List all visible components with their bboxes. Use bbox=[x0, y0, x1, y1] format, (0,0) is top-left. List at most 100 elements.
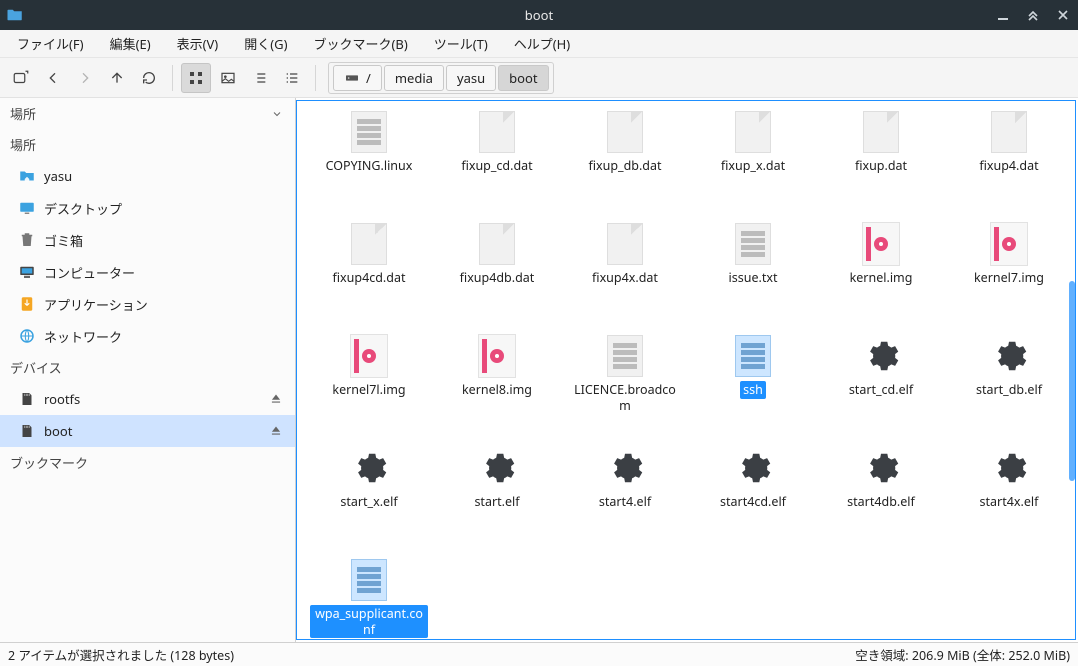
menu-tools[interactable]: ツール(T) bbox=[421, 30, 501, 57]
network-icon bbox=[18, 327, 36, 345]
sidebar-item-computer[interactable]: コンピューター bbox=[0, 256, 295, 288]
breadcrumb-media[interactable]: media bbox=[384, 65, 444, 91]
file-item[interactable]: fixup4cd.dat bbox=[305, 221, 433, 287]
computer-icon bbox=[18, 263, 36, 281]
text-file-icon bbox=[351, 111, 387, 153]
file-grid: COPYING.linuxfixup_cd.datfixup_db.datfix… bbox=[305, 109, 1067, 640]
disk-image-icon bbox=[862, 222, 900, 266]
new-tab-button[interactable] bbox=[6, 63, 36, 93]
sidebar-heading-places: 場所 bbox=[0, 129, 295, 160]
breadcrumb-root[interactable]: / bbox=[333, 65, 382, 91]
breadcrumb-boot[interactable]: boot bbox=[498, 65, 548, 91]
file-item[interactable]: fixup_cd.dat bbox=[433, 109, 561, 175]
file-item[interactable]: wpa_supplicant.conf bbox=[305, 557, 433, 638]
eject-icon[interactable] bbox=[269, 423, 285, 439]
sidebar-heading-places-top[interactable]: 場所 bbox=[0, 98, 295, 129]
sidebar-item-network-label: ネットワーク bbox=[44, 327, 122, 346]
generic-file-icon bbox=[479, 111, 515, 153]
detail-view-button[interactable] bbox=[277, 63, 307, 93]
file-item[interactable]: ssh bbox=[689, 333, 817, 399]
file-label: kernel8.img bbox=[459, 381, 535, 399]
file-item[interactable]: start.elf bbox=[433, 445, 561, 511]
close-button[interactable] bbox=[1054, 6, 1072, 24]
file-item[interactable]: start_cd.elf bbox=[817, 333, 945, 399]
sidebar-item-applications[interactable]: アプリケーション bbox=[0, 288, 295, 320]
file-item[interactable]: start4.elf bbox=[561, 445, 689, 511]
generic-file-icon bbox=[863, 111, 899, 153]
toolbar: / media yasu boot bbox=[0, 58, 1078, 98]
file-label: start4x.elf bbox=[977, 493, 1042, 511]
file-view[interactable]: COPYING.linuxfixup_cd.datfixup_db.datfix… bbox=[296, 100, 1076, 640]
menu-go[interactable]: 開く(G) bbox=[231, 30, 300, 57]
disk-image-icon bbox=[350, 334, 388, 378]
file-item[interactable]: COPYING.linux bbox=[305, 109, 433, 175]
file-item[interactable]: fixup4x.dat bbox=[561, 221, 689, 287]
maximize-button[interactable] bbox=[1024, 6, 1042, 24]
file-item[interactable]: kernel7.img bbox=[945, 221, 1073, 287]
sidebar-item-home[interactable]: yasu bbox=[0, 160, 295, 192]
file-item[interactable]: kernel7l.img bbox=[305, 333, 433, 399]
menu-bookmarks[interactable]: ブックマーク(B) bbox=[300, 30, 420, 57]
generic-file-icon bbox=[479, 223, 515, 265]
forward-button[interactable] bbox=[70, 63, 100, 93]
file-item[interactable]: LICENCE.broadcom bbox=[561, 333, 689, 414]
file-item[interactable]: start4cd.elf bbox=[689, 445, 817, 511]
menu-view[interactable]: 表示(V) bbox=[164, 30, 232, 57]
breadcrumb: / media yasu boot bbox=[328, 62, 554, 94]
file-label: start.elf bbox=[471, 493, 522, 511]
sidebar-item-desktop[interactable]: デスクトップ bbox=[0, 192, 295, 224]
file-item[interactable]: fixup_x.dat bbox=[689, 109, 817, 175]
file-item[interactable]: fixup4db.dat bbox=[433, 221, 561, 287]
sidebar-item-trash[interactable]: ゴミ箱 bbox=[0, 224, 295, 256]
file-label: start_cd.elf bbox=[846, 381, 916, 399]
sidebar-item-desktop-label: デスクトップ bbox=[44, 199, 122, 218]
breadcrumb-yasu-label: yasu bbox=[457, 69, 485, 87]
sidebar-item-rootfs[interactable]: rootfs bbox=[0, 383, 295, 415]
menu-edit[interactable]: 編集(E) bbox=[97, 30, 164, 57]
text-file-icon bbox=[351, 559, 387, 601]
generic-file-icon bbox=[607, 111, 643, 153]
disk-image-icon bbox=[478, 334, 516, 378]
breadcrumb-yasu[interactable]: yasu bbox=[446, 65, 496, 91]
file-label: kernel7l.img bbox=[329, 381, 408, 399]
sidebar-item-network[interactable]: ネットワーク bbox=[0, 320, 295, 352]
scrollbar-thumb[interactable] bbox=[1069, 281, 1075, 481]
text-file-icon bbox=[735, 223, 771, 265]
sidebar-item-computer-label: コンピューター bbox=[44, 263, 135, 282]
file-label: kernel.img bbox=[847, 269, 916, 287]
list-view-button[interactable] bbox=[245, 63, 275, 93]
back-button[interactable] bbox=[38, 63, 68, 93]
file-label: COPYING.linux bbox=[323, 157, 416, 175]
sidebar-item-boot[interactable]: boot bbox=[0, 415, 295, 447]
sd-card-icon bbox=[18, 390, 36, 408]
eject-icon[interactable] bbox=[269, 391, 285, 407]
reload-button[interactable] bbox=[134, 63, 164, 93]
disk-image-icon bbox=[990, 222, 1028, 266]
menu-help[interactable]: ヘルプ(H) bbox=[501, 30, 583, 57]
icon-view-button[interactable] bbox=[181, 63, 211, 93]
file-item[interactable]: start4db.elf bbox=[817, 445, 945, 511]
file-item[interactable]: kernel.img bbox=[817, 221, 945, 287]
generic-file-icon bbox=[351, 223, 387, 265]
minimize-button[interactable] bbox=[994, 6, 1012, 24]
text-file-icon bbox=[607, 335, 643, 377]
file-item[interactable]: kernel8.img bbox=[433, 333, 561, 399]
file-item[interactable]: fixup_db.dat bbox=[561, 109, 689, 175]
file-item[interactable]: issue.txt bbox=[689, 221, 817, 287]
up-button[interactable] bbox=[102, 63, 132, 93]
file-item[interactable]: start_x.elf bbox=[305, 445, 433, 511]
file-label: fixup_x.dat bbox=[718, 157, 788, 175]
file-label: issue.txt bbox=[726, 269, 781, 287]
thumbnail-view-button[interactable] bbox=[213, 63, 243, 93]
file-item[interactable]: fixup.dat bbox=[817, 109, 945, 175]
file-item[interactable]: start_db.elf bbox=[945, 333, 1073, 399]
home-folder-icon bbox=[18, 167, 36, 185]
chevron-down-icon bbox=[271, 108, 283, 120]
sidebar-heading-places-top-label: 場所 bbox=[10, 104, 36, 123]
menu-file[interactable]: ファイル(F) bbox=[4, 30, 97, 57]
file-item[interactable]: fixup4.dat bbox=[945, 109, 1073, 175]
file-label: LICENCE.broadcom bbox=[566, 381, 684, 414]
main-area: 場所 場所 yasu デスクトップ ゴミ箱 コンピューター アプリケーション bbox=[0, 98, 1078, 642]
file-item[interactable]: start4x.elf bbox=[945, 445, 1073, 511]
sidebar-heading-places-label: 場所 bbox=[10, 135, 36, 154]
